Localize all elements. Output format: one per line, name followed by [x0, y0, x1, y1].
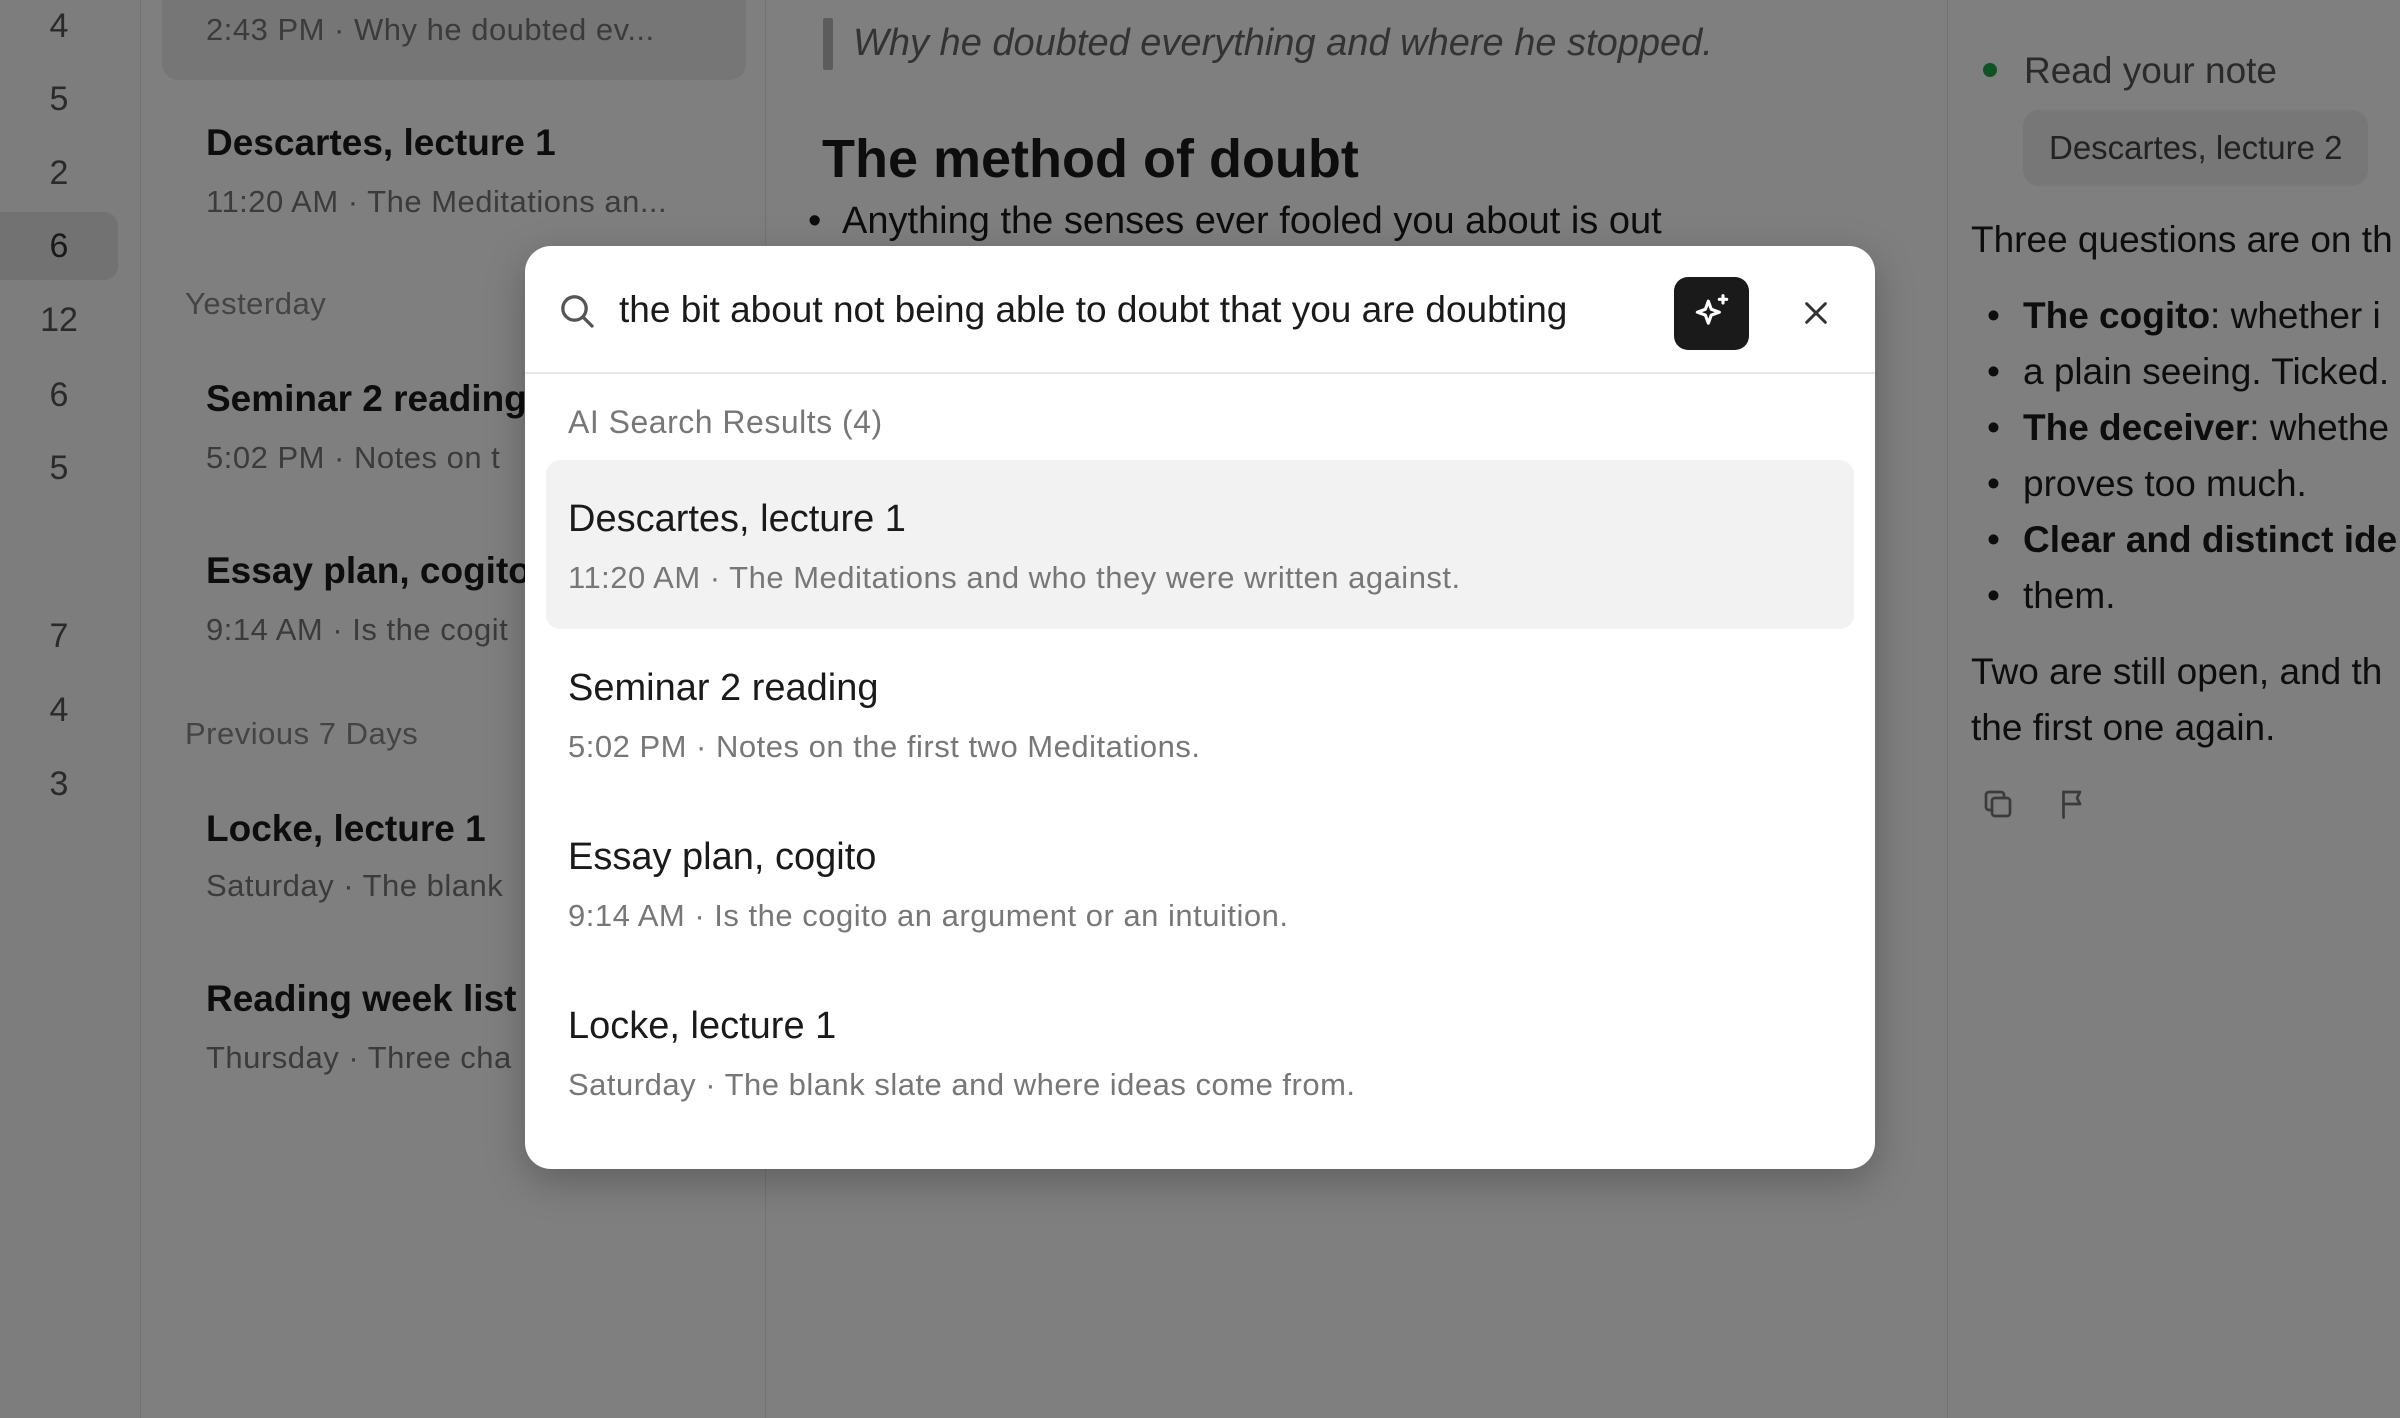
result-meta: 5:02 PM · Notes on the first two Meditat… — [568, 729, 1201, 764]
search-modal: AI Search Results (4) Descartes, lecture… — [525, 246, 1875, 1169]
search-input[interactable] — [619, 276, 1619, 344]
sparkles-icon — [1695, 293, 1728, 325]
notes-app: 4 5 2 6 12 6 5 7 4 3 2:43 PM · Why he do… — [0, 0, 2400, 1418]
close-button[interactable] — [1791, 288, 1841, 338]
result-meta: 9:14 AM · Is the cogito an argument or a… — [568, 898, 1289, 933]
result-title: Locke, lecture 1 — [568, 1005, 837, 1047]
search-result-item[interactable]: Seminar 2 reading 5:02 PM · Notes on the… — [546, 629, 1854, 798]
search-result-item[interactable]: Locke, lecture 1 Saturday · The blank sl… — [546, 967, 1854, 1136]
ai-search-button[interactable] — [1674, 277, 1749, 350]
search-bar — [525, 246, 1875, 374]
result-meta: Saturday · The blank slate and where ide… — [568, 1067, 1356, 1102]
close-icon — [1805, 302, 1827, 324]
search-result-item[interactable]: Essay plan, cogito 9:14 AM · Is the cogi… — [546, 798, 1854, 967]
results-heading: AI Search Results (4) — [568, 404, 883, 440]
result-title: Descartes, lecture 1 — [568, 498, 906, 540]
result-title: Seminar 2 reading — [568, 667, 879, 709]
result-title: Essay plan, cogito — [568, 836, 877, 878]
search-icon — [561, 295, 594, 328]
search-result-item[interactable]: Descartes, lecture 1 11:20 AM · The Medi… — [546, 460, 1854, 629]
result-meta: 11:20 AM · The Meditations and who they … — [568, 560, 1461, 595]
